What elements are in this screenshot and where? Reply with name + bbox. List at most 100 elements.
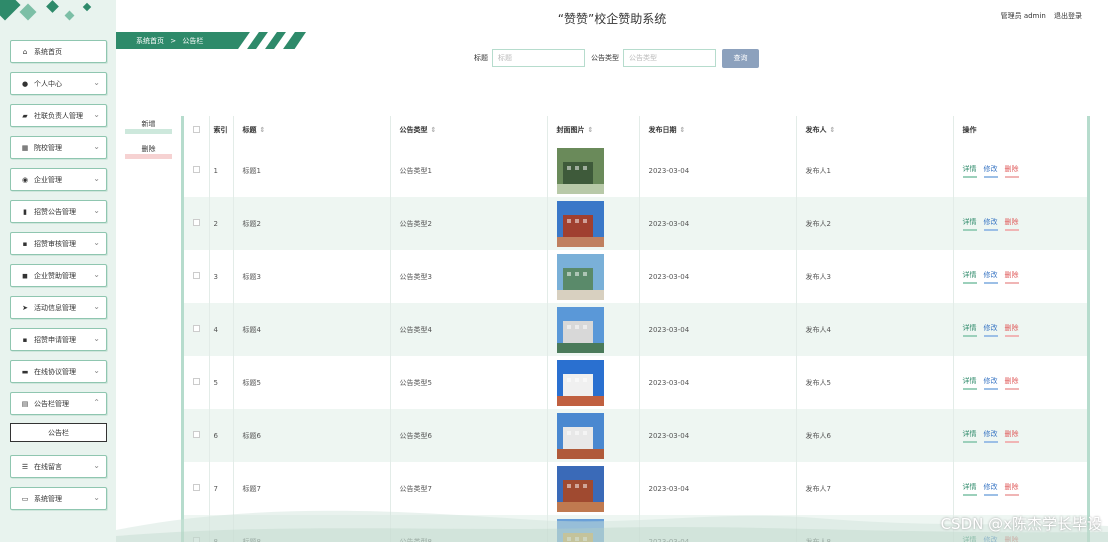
- col-title[interactable]: 标题 ⇕: [233, 116, 391, 144]
- row-delete-button[interactable]: 删除: [1005, 535, 1019, 542]
- col-publisher-label: 发布人: [805, 126, 827, 134]
- sidebar-item-label: 招赞公告管理: [34, 207, 76, 216]
- row-title: 标题6: [233, 409, 391, 462]
- detail-button[interactable]: 详情: [962, 164, 977, 178]
- row-index: 3: [209, 250, 234, 303]
- detail-button[interactable]: 详情: [962, 323, 977, 337]
- table-row: 4 标题4 公告类型4 2023-03-04 发布人4 详情 修改 删除: [184, 303, 1087, 356]
- row-delete-button[interactable]: 删除: [1004, 217, 1019, 231]
- row-checkbox[interactable]: [184, 515, 210, 542]
- row-date: 2023-03-04: [639, 144, 797, 197]
- sidebar-item-8[interactable]: ➤ 活动信息管理 ⌄: [10, 296, 107, 319]
- sidebar-item-label: 个人中心: [34, 79, 62, 88]
- sidebar-item-7[interactable]: ◼ 企业赞助管理 ⌄: [10, 264, 107, 287]
- row-cover-image: [547, 462, 640, 515]
- sidebar-item-label: 活动信息管理: [34, 303, 76, 312]
- sidebar-item-2[interactable]: ▰ 社联负责人管理 ⌄: [10, 104, 107, 127]
- row-title: 标题1: [233, 144, 391, 197]
- sidebar-item-0[interactable]: ⌂ 系统首页: [10, 40, 107, 63]
- chevron-icon: ⌄: [93, 366, 100, 375]
- type-search-input[interactable]: 公告类型: [623, 49, 716, 67]
- building-icon: ▦: [21, 143, 29, 152]
- detail-button[interactable]: 详情: [962, 376, 977, 390]
- edit-button[interactable]: 修改: [983, 270, 998, 284]
- breadcrumb-home[interactable]: 系统首页: [136, 37, 164, 45]
- sort-icon: ⇕: [679, 126, 686, 134]
- col-type[interactable]: 公告类型 ⇕: [390, 116, 548, 144]
- edit-button[interactable]: 修改: [983, 217, 998, 231]
- sidebar-item-3[interactable]: ▦ 院校管理 ⌄: [10, 136, 107, 159]
- row-publisher: 发布人4: [796, 303, 954, 356]
- detail-button[interactable]: 详情: [962, 429, 977, 443]
- row-actions: 详情 修改 删除: [953, 409, 1087, 462]
- row-checkbox[interactable]: [184, 356, 210, 409]
- detail-button[interactable]: 详情: [962, 217, 977, 231]
- search-button[interactable]: 查询: [722, 48, 759, 68]
- sidebar-item-5[interactable]: ▮ 招赞公告管理 ⌄: [10, 200, 107, 223]
- row-type: 公告类型2: [390, 197, 548, 250]
- edit-button[interactable]: 修改: [983, 164, 998, 178]
- row-checkbox[interactable]: [184, 144, 210, 197]
- detail-button[interactable]: 详情: [962, 270, 977, 284]
- table-row: 5 标题5 公告类型5 2023-03-04 发布人5 详情 修改 删除: [184, 356, 1087, 409]
- sidebar-item-4[interactable]: ◉ 企业管理 ⌄: [10, 168, 107, 191]
- delete-button[interactable]: 删除: [125, 144, 172, 159]
- sidebar-item-label: 企业赞助管理: [34, 271, 76, 280]
- row-checkbox[interactable]: [184, 409, 210, 462]
- row-index: 5: [209, 356, 234, 409]
- row-checkbox[interactable]: [184, 462, 210, 515]
- title-search-input[interactable]: 标题: [492, 49, 585, 67]
- sidebar-item-label: 企业管理: [34, 175, 62, 184]
- row-actions: 详情 修改 删除: [953, 462, 1087, 515]
- logout-link[interactable]: 退出登录: [1054, 12, 1082, 20]
- row-date: 2023-03-04: [639, 197, 797, 250]
- row-delete-button[interactable]: 删除: [1004, 376, 1019, 390]
- row-delete-button[interactable]: 删除: [1004, 482, 1019, 496]
- sidebar-item-label: 公告栏管理: [34, 399, 69, 408]
- sidebar-subitem-bulletin[interactable]: 公告栏: [10, 423, 107, 442]
- row-actions: 详情 修改 删除: [953, 197, 1087, 250]
- add-button[interactable]: 新增: [125, 119, 172, 134]
- edit-button[interactable]: 修改: [983, 429, 998, 443]
- briefcase-icon: ▬: [21, 367, 29, 376]
- row-checkbox[interactable]: [184, 250, 210, 303]
- sidebar-item-10[interactable]: ▬ 在线协议管理 ⌄: [10, 360, 107, 383]
- col-image-label: 封面图片: [556, 126, 585, 134]
- col-publisher[interactable]: 发布人 ⇕: [796, 116, 954, 144]
- row-delete-button[interactable]: 删除: [1004, 270, 1019, 284]
- row-type: 公告类型4: [390, 303, 548, 356]
- sidebar-item-9[interactable]: ▪ 招赞申请管理 ⌄: [10, 328, 107, 351]
- row-checkbox[interactable]: [184, 197, 210, 250]
- edit-button[interactable]: 修改: [983, 376, 998, 390]
- edit-button[interactable]: 修改: [983, 323, 998, 337]
- row-publisher: 发布人7: [796, 462, 954, 515]
- select-all-checkbox[interactable]: [184, 116, 210, 144]
- chevron-icon: ⌄: [93, 174, 100, 183]
- cover-image: [556, 253, 604, 300]
- sidebar-item-label: 社联负责人管理: [34, 111, 83, 120]
- col-date[interactable]: 发布日期 ⇕: [639, 116, 797, 144]
- table-row: 3 标题3 公告类型3 2023-03-04 发布人3 详情 修改 删除: [184, 250, 1087, 303]
- edit-button[interactable]: 修改: [983, 482, 998, 496]
- row-delete-button[interactable]: 删除: [1004, 429, 1019, 443]
- row-delete-button[interactable]: 删除: [1004, 164, 1019, 178]
- sidebar-item-1[interactable]: ● 个人中心 ⌄: [10, 72, 107, 95]
- row-delete-button[interactable]: 删除: [1004, 323, 1019, 337]
- monitor-icon: ▭: [21, 494, 29, 503]
- edit-button[interactable]: 修改: [984, 535, 998, 542]
- detail-button[interactable]: 详情: [963, 535, 977, 542]
- sidebar-item-13[interactable]: ▭ 系统管理 ⌄: [10, 487, 107, 510]
- col-image[interactable]: 封面图片 ⇕: [547, 116, 640, 144]
- row-type: 公告类型3: [390, 250, 548, 303]
- top-bar: “赞赞”校企赞助系统 管理员 admin 退出登录: [116, 0, 1108, 33]
- sidebar-item-11[interactable]: ▤ 公告栏管理 ⌃: [10, 392, 107, 415]
- detail-button[interactable]: 详情: [962, 482, 977, 496]
- sidebar-item-12[interactable]: ☰ 在线留言 ⌄: [10, 455, 107, 478]
- sidebar-item-6[interactable]: ▪ 招赞审核管理 ⌄: [10, 232, 107, 255]
- sort-icon: ⇕: [430, 126, 437, 134]
- logo-decoration: [64, 10, 75, 21]
- row-actions: 详情 修改 删除: [953, 144, 1087, 197]
- chevron-icon: ⌄: [93, 302, 100, 311]
- row-checkbox[interactable]: [184, 303, 210, 356]
- location-icon: ◉: [21, 175, 29, 184]
